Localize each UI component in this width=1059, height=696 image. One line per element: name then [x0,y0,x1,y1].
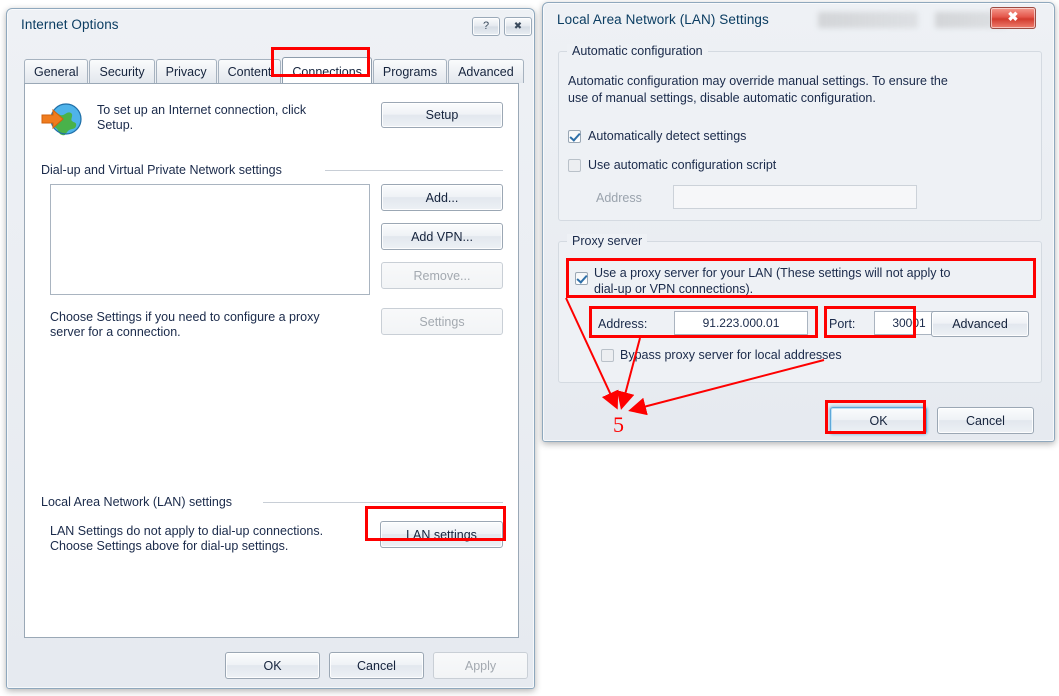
internet-options-title: Internet Options [21,17,119,32]
tab-label: Programs [382,64,438,79]
auto-config-address-field [673,185,917,209]
globe-with-arrow-icon [40,100,84,140]
internet-options-titlebar: Internet Options ? ✖ [7,9,534,43]
add-button[interactable]: Add... [381,184,503,211]
highlight-proxy-address [589,306,818,338]
tab-programs[interactable]: Programs [372,59,448,83]
tab-security[interactable]: Security [89,59,155,83]
lan-settings-title: Local Area Network (LAN) Settings [557,12,769,27]
tab-general[interactable]: General [24,59,89,83]
dialup-connections-list[interactable] [50,184,370,295]
setup-button[interactable]: Setup [381,102,503,128]
auto-detect-settings-checkbox[interactable] [568,130,581,143]
settings-button: Settings [381,308,503,335]
tab-label: Security [99,64,145,79]
automatic-configuration-description: Automatic configuration may override man… [568,74,948,105]
lan-cancel-button[interactable]: Cancel [937,407,1034,434]
internet-options-apply-button: Apply [433,652,528,679]
auto-config-address-label: Address [596,191,642,205]
use-config-script-checkbox[interactable] [568,159,581,172]
tab-privacy[interactable]: Privacy [155,59,217,83]
proxy-server-label: Proxy server [567,234,648,248]
internet-options-ok-button[interactable]: OK [225,652,320,679]
blurred-title-text [818,12,918,28]
highlight-use-proxy-row [566,258,1036,298]
dialup-hint-text: Choose Settings if you need to configure… [50,310,320,339]
remove-button: Remove... [381,262,503,289]
help-button[interactable]: ? [472,17,500,36]
setup-description: To set up an Internet connection, click … [97,103,307,132]
tab-label: Content [227,64,272,79]
lan-settings-titlebar: Local Area Network (LAN) Settings ✖ [543,3,1054,39]
auto-detect-settings-label: Automatically detect settings [588,129,747,143]
automatic-configuration-label: Automatic configuration [567,44,708,58]
dialup-group-label: Dial-up and Virtual Private Network sett… [41,163,288,177]
tab-label: Advanced [458,64,514,79]
tab-label: General [34,64,79,79]
bypass-proxy-checkbox[interactable] [601,349,614,362]
lan-group-divider [263,502,503,503]
add-vpn-button[interactable]: Add VPN... [381,223,503,250]
bypass-proxy-label: Bypass proxy server for local addresses [620,348,842,362]
close-icon[interactable]: ✖ [504,17,532,36]
lan-description: LAN Settings do not apply to dial-up con… [50,524,324,553]
connections-tab-panel: To set up an Internet connection, click … [24,83,519,638]
highlight-lan-settings-button [365,506,506,541]
highlight-connections-tab [271,47,370,77]
tab-advanced[interactable]: Advanced [448,59,524,83]
internet-options-cancel-button[interactable]: Cancel [329,652,424,679]
lan-settings-dialog: Local Area Network (LAN) Settings ✖ Auto… [542,2,1055,442]
highlight-proxy-port [824,306,916,338]
internet-options-dialog: Internet Options ? ✖ General Security Pr… [6,8,535,689]
lan-group-label: Local Area Network (LAN) settings [41,495,239,509]
close-icon[interactable]: ✖ [990,7,1036,29]
use-config-script-label: Use automatic configuration script [588,158,777,172]
highlight-lan-ok-button [825,400,926,434]
dialup-group-divider [325,170,503,171]
proxy-advanced-button[interactable]: Advanced [931,311,1029,337]
annotation-step-number: 5 [613,412,624,437]
tab-label: Privacy [165,64,207,79]
